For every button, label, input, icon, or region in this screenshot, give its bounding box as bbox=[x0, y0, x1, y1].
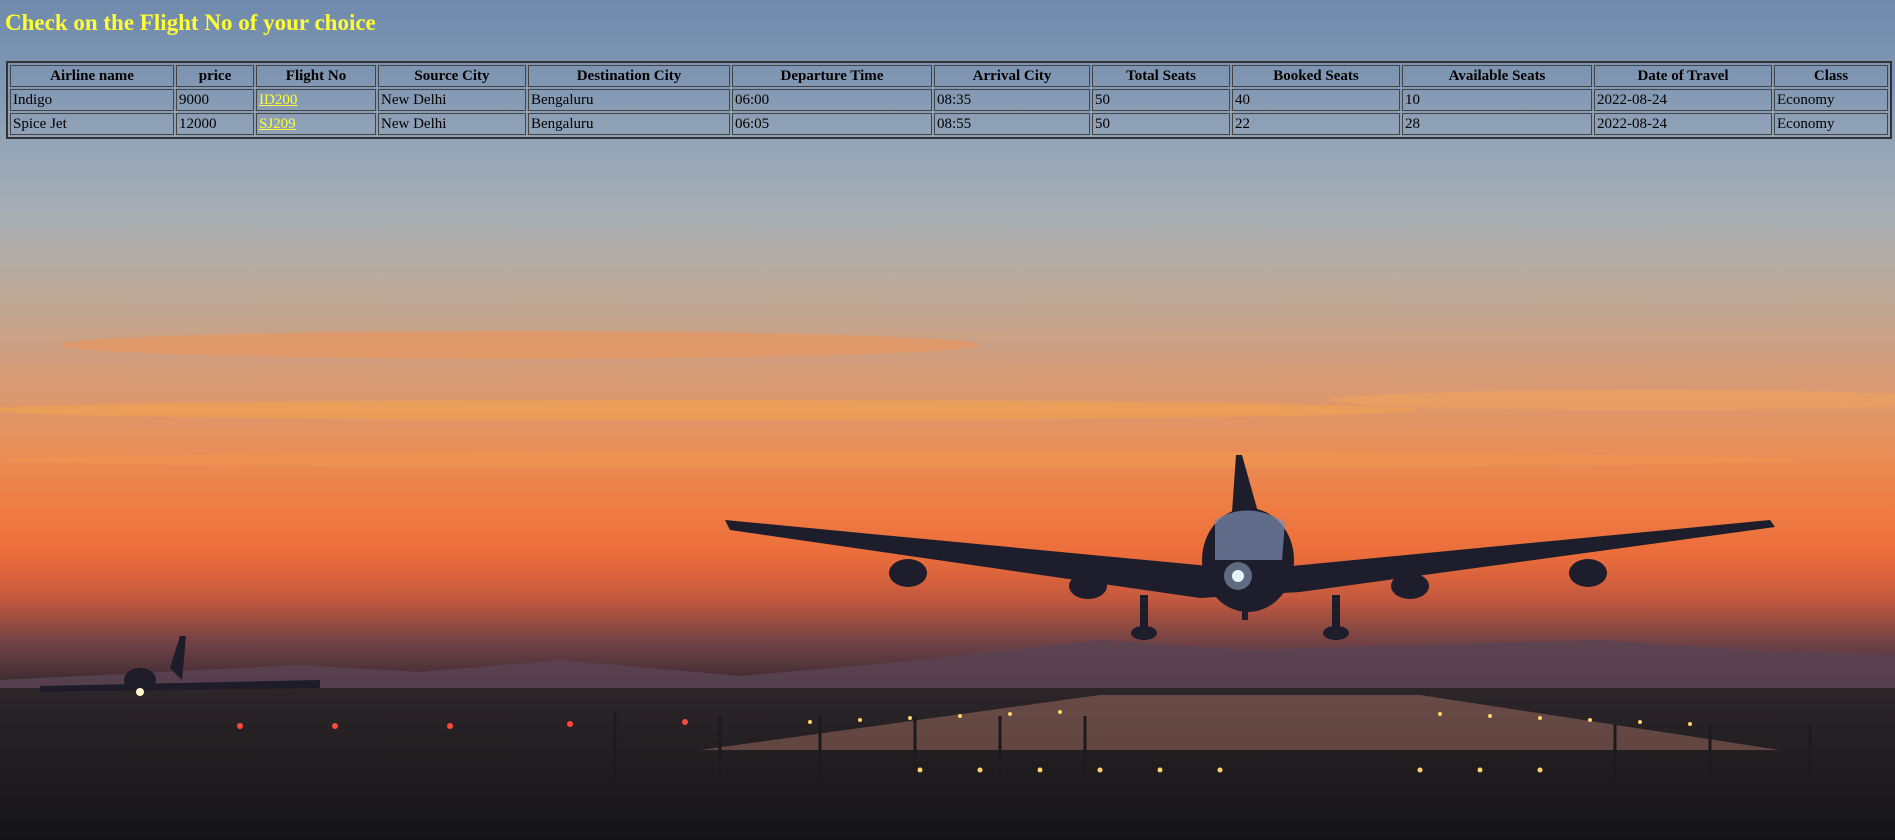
cell-class: Economy bbox=[1774, 113, 1888, 135]
column-header-airline-name: Airline name bbox=[10, 65, 174, 87]
flight-no-link[interactable]: SJ209 bbox=[259, 116, 296, 132]
cell-total-seats: 50 bbox=[1092, 89, 1230, 111]
page-heading: Check on the Flight No of your choice bbox=[5, 10, 376, 35]
cell-date-of-travel: 2022-08-24 bbox=[1594, 113, 1772, 135]
cell-flight-no: ID200 bbox=[256, 89, 376, 111]
table-row: Spice Jet 12000 SJ209 New Delhi Bengalur… bbox=[10, 113, 1888, 135]
flights-table: Airline name price Flight No Source City… bbox=[6, 61, 1892, 139]
column-header-departure-time: Departure Time bbox=[732, 65, 932, 87]
column-header-total-seats: Total Seats bbox=[1092, 65, 1230, 87]
column-header-booked-seats: Booked Seats bbox=[1232, 65, 1400, 87]
cell-flight-no: SJ209 bbox=[256, 113, 376, 135]
cell-destination-city: Bengaluru bbox=[528, 89, 730, 111]
cell-source-city: New Delhi bbox=[378, 89, 526, 111]
column-header-flight-no: Flight No bbox=[256, 65, 376, 87]
table-header-row: Airline name price Flight No Source City… bbox=[10, 65, 1888, 87]
flight-no-link[interactable]: ID200 bbox=[259, 92, 297, 108]
cell-available-seats: 10 bbox=[1402, 89, 1592, 111]
cell-date-of-travel: 2022-08-24 bbox=[1594, 89, 1772, 111]
column-header-destination-city: Destination City bbox=[528, 65, 730, 87]
cell-total-seats: 50 bbox=[1092, 113, 1230, 135]
column-header-arrival-city: Arrival City bbox=[934, 65, 1090, 87]
cell-available-seats: 28 bbox=[1402, 113, 1592, 135]
column-header-date-of-travel: Date of Travel bbox=[1594, 65, 1772, 87]
column-header-price: price bbox=[176, 65, 254, 87]
cell-destination-city: Bengaluru bbox=[528, 113, 730, 135]
column-header-available-seats: Available Seats bbox=[1402, 65, 1592, 87]
cell-airline-name: Spice Jet bbox=[10, 113, 174, 135]
cell-booked-seats: 22 bbox=[1232, 113, 1400, 135]
cell-departure-time: 06:00 bbox=[732, 89, 932, 111]
cell-airline-name: Indigo bbox=[10, 89, 174, 111]
cell-departure-time: 06:05 bbox=[732, 113, 932, 135]
cell-arrival-city: 08:55 bbox=[934, 113, 1090, 135]
cell-arrival-city: 08:35 bbox=[934, 89, 1090, 111]
cell-booked-seats: 40 bbox=[1232, 89, 1400, 111]
cell-class: Economy bbox=[1774, 89, 1888, 111]
cell-source-city: New Delhi bbox=[378, 113, 526, 135]
column-header-class: Class bbox=[1774, 65, 1888, 87]
column-header-source-city: Source City bbox=[378, 65, 526, 87]
cell-price: 12000 bbox=[176, 113, 254, 135]
cell-price: 9000 bbox=[176, 89, 254, 111]
table-row: Indigo 9000 ID200 New Delhi Bengaluru 06… bbox=[10, 89, 1888, 111]
